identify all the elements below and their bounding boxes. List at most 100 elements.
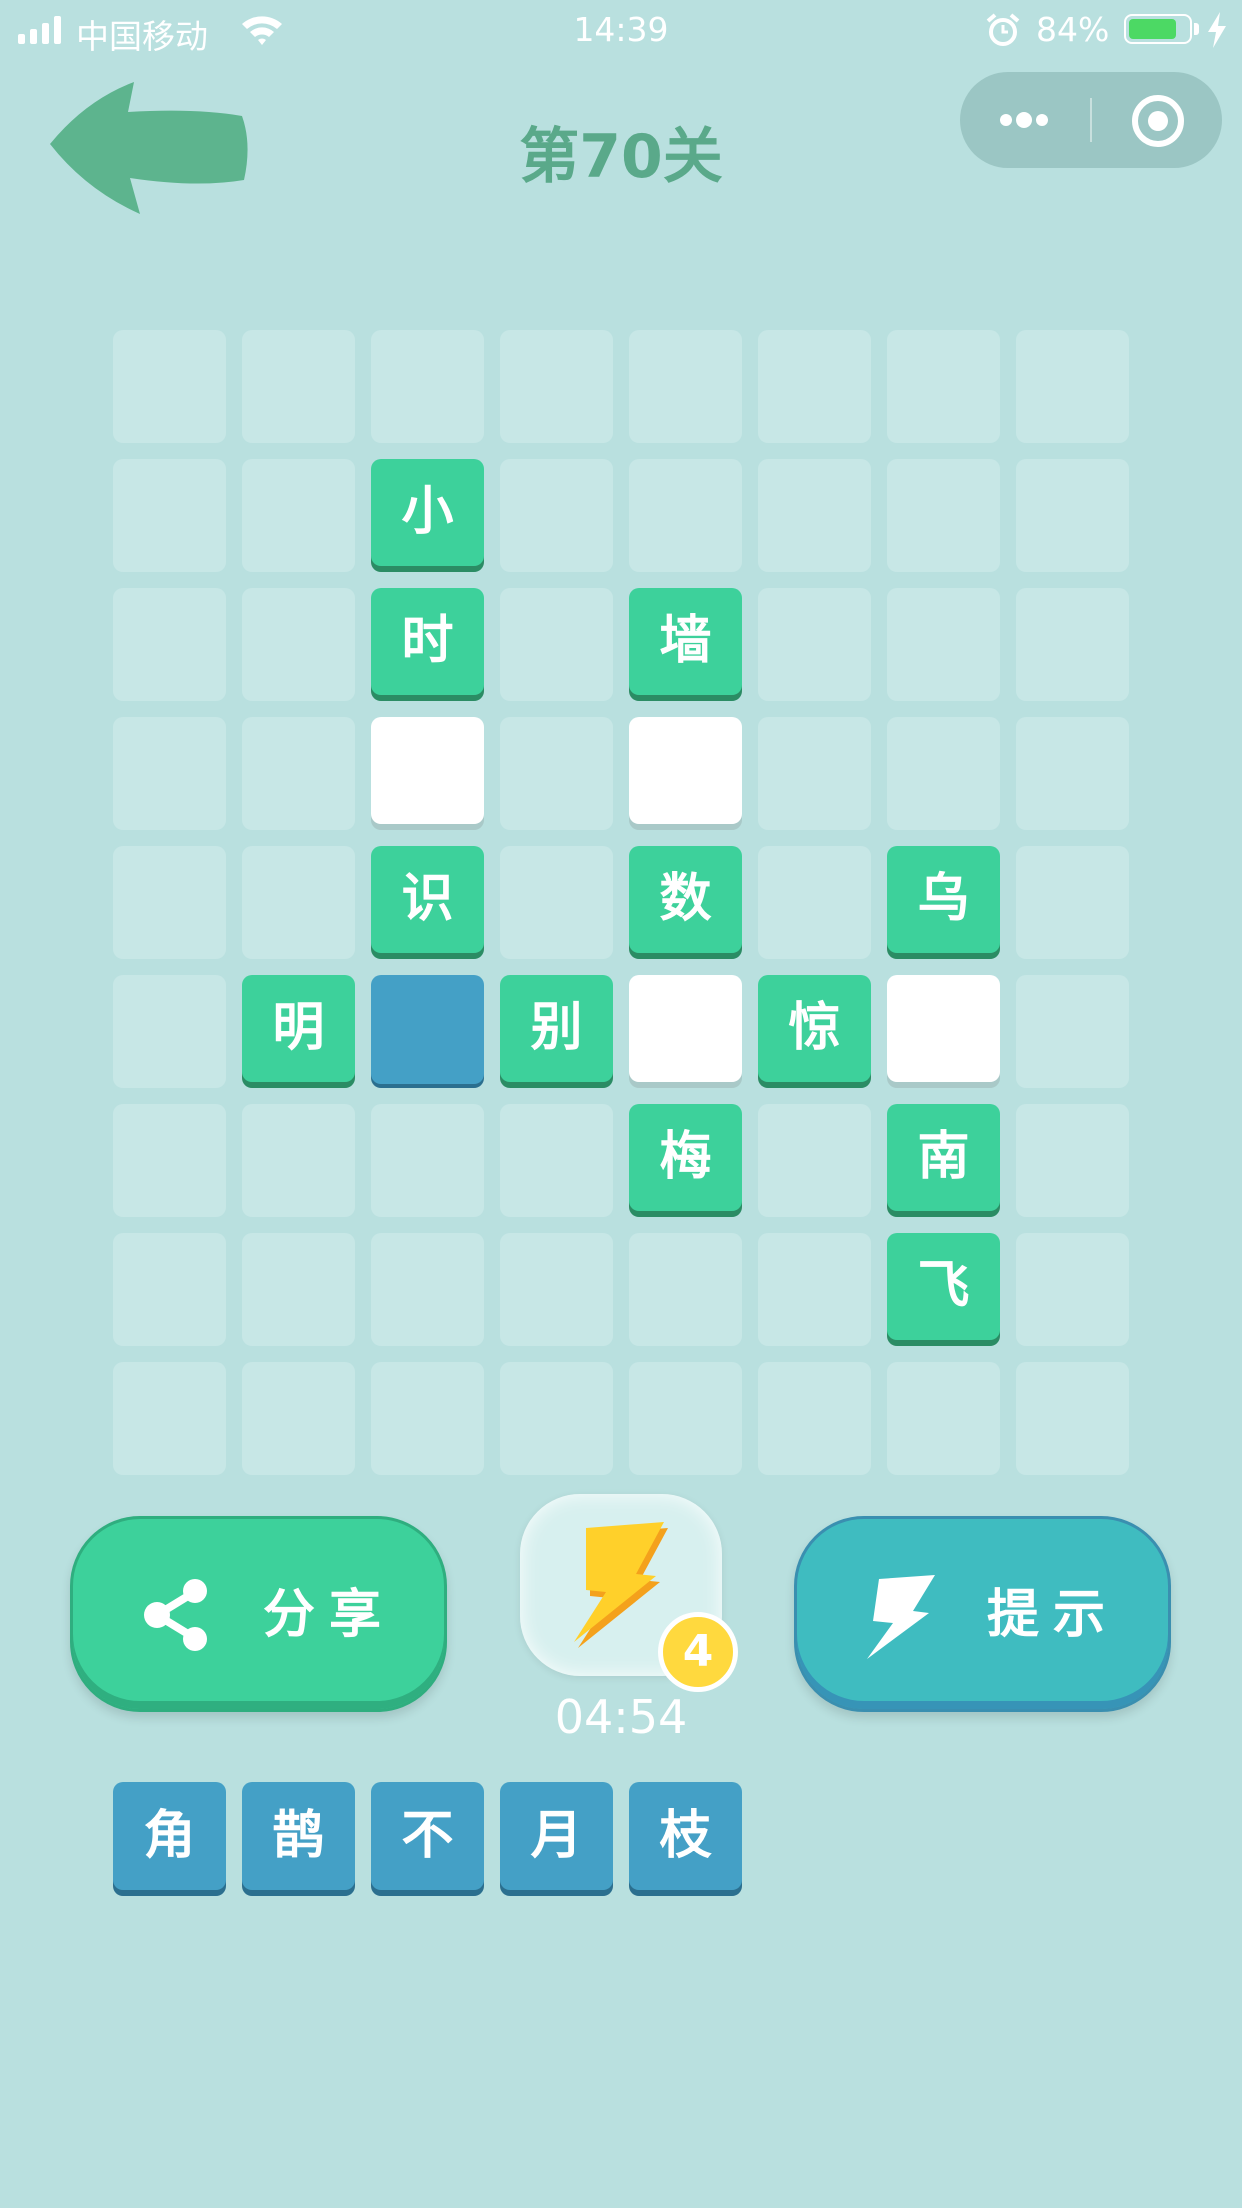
filled-cell: 小 (371, 459, 484, 566)
share-label: 分享 (263, 1585, 396, 1645)
candidate-tile[interactable]: 鹊 (242, 1782, 355, 1890)
empty-cell (887, 1362, 1000, 1475)
empty-cell (758, 588, 871, 701)
more-dots-icon (1000, 114, 1012, 126)
hint-label: 提示 (987, 1585, 1120, 1645)
empty-cell (242, 1362, 355, 1475)
empty-cell (113, 459, 226, 572)
empty-cell (758, 459, 871, 572)
empty-cell (500, 717, 613, 830)
empty-cell (500, 330, 613, 443)
answer-cell[interactable] (629, 717, 742, 824)
charging-icon (1208, 12, 1226, 48)
empty-cell (1016, 1104, 1129, 1217)
empty-cell (242, 1104, 355, 1217)
empty-cell (371, 1233, 484, 1346)
empty-cell (113, 1104, 226, 1217)
empty-cell (113, 1362, 226, 1475)
mini-program-capsule (960, 72, 1222, 168)
empty-cell (371, 330, 484, 443)
empty-cell (629, 330, 742, 443)
empty-cell (1016, 1233, 1129, 1346)
empty-cell (758, 1362, 871, 1475)
filled-cell: 墙 (629, 588, 742, 695)
empty-cell (242, 330, 355, 443)
answer-cell[interactable] (887, 975, 1000, 1082)
more-dots-icon (1036, 114, 1048, 126)
empty-cell (371, 1104, 484, 1217)
candidate-tray: 角鹊不月枝 (113, 1782, 913, 1898)
filled-cell: 识 (371, 846, 484, 953)
empty-cell (113, 588, 226, 701)
battery-fill (1129, 19, 1176, 39)
empty-cell (113, 717, 226, 830)
filled-cell: 飞 (887, 1233, 1000, 1340)
filled-cell: 惊 (758, 975, 871, 1082)
empty-cell (758, 717, 871, 830)
candidate-tile[interactable]: 月 (500, 1782, 613, 1890)
more-dots-icon (1016, 112, 1032, 128)
empty-cell (1016, 975, 1129, 1088)
candidate-tile[interactable]: 不 (371, 1782, 484, 1890)
empty-cell (500, 1362, 613, 1475)
empty-cell (500, 846, 613, 959)
empty-cell (758, 1233, 871, 1346)
empty-cell (758, 846, 871, 959)
share-button[interactable]: 分享 (70, 1516, 447, 1712)
empty-cell (629, 1362, 742, 1475)
answer-cell[interactable] (629, 975, 742, 1082)
empty-cell (1016, 588, 1129, 701)
empty-cell (629, 459, 742, 572)
filled-cell: 乌 (887, 846, 1000, 953)
empty-cell (887, 330, 1000, 443)
lightning-icon (867, 1575, 935, 1659)
empty-cell (113, 846, 226, 959)
empty-cell (371, 1362, 484, 1475)
filled-cell: 南 (887, 1104, 1000, 1211)
empty-cell (242, 1233, 355, 1346)
empty-cell (1016, 1362, 1129, 1475)
status-bar: 中国移动 14:39 84% (0, 0, 1242, 62)
filled-cell: 时 (371, 588, 484, 695)
empty-cell (500, 459, 613, 572)
hint-button[interactable]: 提示 (794, 1516, 1171, 1712)
empty-cell (887, 459, 1000, 572)
empty-cell (242, 459, 355, 572)
empty-cell (113, 1233, 226, 1346)
empty-cell (500, 1104, 613, 1217)
puzzle-board: 小时 墙识 数 乌明 别 惊梅 南飞 (113, 330, 1130, 1475)
empty-cell (242, 588, 355, 701)
lightning-bolt-icon (574, 1522, 668, 1648)
battery-percent: 84% (1036, 10, 1110, 49)
empty-cell (758, 1104, 871, 1217)
empty-cell (1016, 459, 1129, 572)
empty-cell (500, 588, 613, 701)
battery-icon (1124, 14, 1192, 44)
empty-cell (242, 846, 355, 959)
countdown-timer: 04:54 (554, 1690, 688, 1744)
share-icon (144, 1579, 207, 1651)
power-count-badge: 4 (658, 1612, 738, 1692)
target-close-icon-core (1148, 111, 1168, 131)
filled-cell: 明 (242, 975, 355, 1082)
filled-cell: 数 (629, 846, 742, 953)
empty-cell (1016, 717, 1129, 830)
empty-cell (1016, 330, 1129, 443)
empty-cell (887, 588, 1000, 701)
candidate-tile[interactable]: 角 (113, 1782, 226, 1890)
more-button[interactable] (960, 72, 1090, 168)
empty-cell (113, 975, 226, 1088)
selected-answer-cell[interactable] (371, 975, 484, 1084)
candidate-tile[interactable]: 枝 (629, 1782, 742, 1890)
empty-cell (242, 717, 355, 830)
battery-tip (1194, 23, 1199, 35)
empty-cell (887, 717, 1000, 830)
empty-cell (758, 330, 871, 443)
empty-cell (1016, 846, 1129, 959)
close-button[interactable] (1092, 72, 1222, 168)
filled-cell: 梅 (629, 1104, 742, 1211)
answer-cell[interactable] (371, 717, 484, 824)
alarm-icon (986, 13, 1020, 46)
empty-cell (500, 1233, 613, 1346)
empty-cell (629, 1233, 742, 1346)
